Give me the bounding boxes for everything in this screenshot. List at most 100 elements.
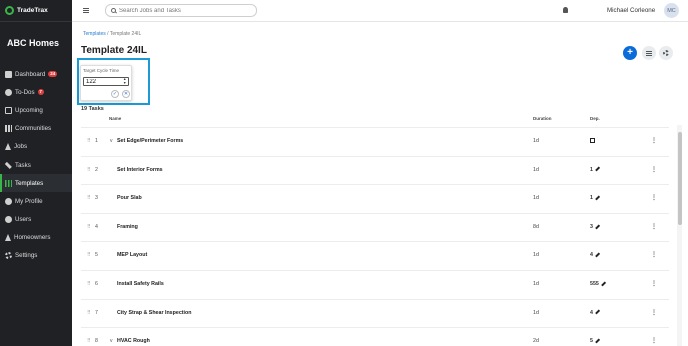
templates-icon [5, 179, 12, 187]
checkbox-edit-icon[interactable] [590, 138, 595, 144]
breadcrumb-current: Template 24IL [109, 31, 142, 37]
table-row[interactable]: ⠿ 8 v HVAC Rough 2d 5 ⋮ [81, 327, 669, 346]
row-menu-icon[interactable]: ⋮ [651, 223, 657, 230]
sidebar-item-label: Jobs [14, 143, 28, 151]
drag-handle-icon[interactable]: ⠿ [87, 338, 91, 344]
bell-icon[interactable] [563, 7, 568, 13]
scrollbar-thumb[interactable] [678, 132, 682, 225]
task-name[interactable]: Install Safety Rails [117, 281, 164, 287]
task-dependency[interactable]: 5 [590, 338, 600, 344]
drag-handle-icon[interactable]: ⠿ [87, 224, 91, 230]
stepper-arrows-icon[interactable]: ▲ ▼ [123, 77, 126, 85]
sidebar-item-templates[interactable]: Templates [0, 174, 72, 193]
edit-icon[interactable] [595, 166, 600, 172]
table-row[interactable]: ⠿ 3 Pour Slab 1d 1 ⋮ [81, 184, 669, 213]
task-name[interactable]: Set Interior Forms [117, 167, 163, 173]
add-task-button[interactable]: + [623, 46, 637, 60]
table-row[interactable]: ⠿ 1 v Set Edge/Perimeter Forms 1d ⋮ [81, 127, 669, 156]
table-row[interactable]: ⠿ 2 Set Interior Forms 1d 1 ⋮ [81, 155, 669, 185]
drag-handle-icon[interactable]: ⠿ [87, 281, 91, 287]
row-menu-icon[interactable]: ⋮ [651, 166, 657, 173]
drag-handle-icon[interactable]: ⠿ [87, 195, 91, 201]
template-settings-button[interactable] [659, 46, 673, 60]
task-dependency[interactable] [590, 138, 595, 144]
edit-icon[interactable] [595, 309, 600, 315]
confirm-button[interactable]: ✓ [111, 90, 119, 98]
task-name[interactable]: Framing [117, 224, 138, 230]
avatar[interactable]: MC [664, 3, 679, 18]
table-row[interactable]: ⠿ 7 City Strap & Shear Inspection 1d 4 ⋮ [81, 298, 669, 328]
edit-icon[interactable] [601, 281, 606, 286]
breadcrumb: Templates / Template 24IL [83, 31, 141, 37]
task-name[interactable]: MEP Layout [117, 252, 147, 258]
task-duration[interactable]: 1d [533, 310, 539, 316]
task-duration[interactable]: 1d [533, 138, 539, 144]
task-dependency[interactable]: 1 [590, 195, 600, 201]
table-header: Name Duration Dep. [81, 116, 669, 125]
list-view-button[interactable] [642, 46, 656, 60]
table-row[interactable]: ⠿ 5 MEP Layout 1d 4 ⋮ [81, 241, 669, 270]
sidebar-item-jobs[interactable]: Jobs [0, 138, 72, 156]
settings-icon [5, 252, 12, 260]
row-menu-icon[interactable]: ⋮ [651, 280, 657, 287]
task-dependency[interactable]: 4 [590, 252, 600, 258]
search-box[interactable] [105, 4, 257, 17]
chevron-down-icon[interactable]: v [110, 138, 113, 144]
task-dependency[interactable]: 3 [590, 224, 600, 230]
sidebar-item-my-profile[interactable]: My Profile [0, 192, 72, 210]
drag-handle-icon[interactable]: ⠿ [87, 138, 91, 144]
task-duration[interactable]: 8d [533, 224, 539, 230]
topbar: Michael Corleone MC [72, 0, 688, 22]
hamburger-menu-icon[interactable] [83, 8, 89, 13]
edit-icon[interactable] [595, 224, 600, 229]
sidebar-item-communities[interactable]: Communities [0, 120, 72, 138]
row-menu-icon[interactable]: ⋮ [651, 251, 657, 258]
row-menu-icon[interactable]: ⋮ [651, 337, 657, 344]
dependency-value: 3 [590, 223, 593, 230]
sidebar-item-dashboard[interactable]: Dashboard 24 [0, 65, 72, 83]
org-name: ABC Homes [7, 38, 60, 48]
sidebar-item-label: Communities [15, 125, 52, 133]
task-duration[interactable]: 1d [533, 167, 539, 173]
brand[interactable]: TradeTrax [0, 0, 72, 22]
task-name[interactable]: Pour Slab [117, 195, 142, 201]
drag-handle-icon[interactable]: ⠿ [87, 252, 91, 258]
wrench-icon [5, 161, 12, 169]
sidebar-item-todos[interactable]: To-Dos 7 [0, 83, 72, 101]
user-name[interactable]: Michael Corleone [607, 7, 655, 14]
task-dependency[interactable]: 4 [590, 310, 600, 316]
edit-icon[interactable] [595, 195, 600, 201]
sidebar-item-settings[interactable]: Settings [0, 247, 72, 265]
breadcrumb-templates-link[interactable]: Templates [83, 31, 106, 37]
task-dependency[interactable]: 1 [590, 167, 600, 173]
task-duration[interactable]: 2d [533, 338, 539, 344]
row-menu-icon[interactable]: ⋮ [651, 194, 657, 201]
list-icon [646, 50, 652, 56]
table-row[interactable]: ⠿ 4 Framing 8d 3 ⋮ [81, 212, 669, 242]
sidebar-item-users[interactable]: Users [0, 211, 72, 229]
task-dependency[interactable]: 555 [590, 281, 606, 287]
task-duration[interactable]: 1d [533, 252, 539, 258]
home-icon [5, 143, 11, 151]
task-name[interactable]: City Strap & Shear Inspection [117, 310, 191, 316]
edit-icon[interactable] [595, 338, 600, 344]
task-number: 7 [95, 309, 98, 316]
task-duration[interactable]: 1d [533, 195, 539, 201]
sidebar-item-upcoming[interactable]: Upcoming [0, 101, 72, 119]
task-name[interactable]: Set Edge/Perimeter Forms [117, 138, 183, 144]
task-duration[interactable]: 1d [533, 281, 539, 287]
search-input[interactable] [119, 7, 249, 14]
task-name[interactable]: HVAC Rough [117, 338, 150, 344]
dashboard-icon [5, 70, 12, 78]
drag-handle-icon[interactable]: ⠿ [87, 167, 91, 173]
table-row[interactable]: ⠿ 6 Install Safety Rails 1d 555 ⋮ [81, 270, 669, 299]
sidebar-item-homeowners[interactable]: Homeowners [0, 229, 72, 247]
cancel-button[interactable]: ✕ [122, 90, 130, 98]
row-menu-icon[interactable]: ⋮ [651, 137, 657, 144]
chevron-down-icon[interactable]: v [110, 338, 113, 344]
row-menu-icon[interactable]: ⋮ [651, 309, 657, 316]
sidebar-item-tasks[interactable]: Tasks [0, 156, 72, 174]
drag-handle-icon[interactable]: ⠿ [87, 310, 91, 316]
edit-icon[interactable] [595, 252, 600, 258]
dependency-value: 1 [590, 166, 593, 173]
